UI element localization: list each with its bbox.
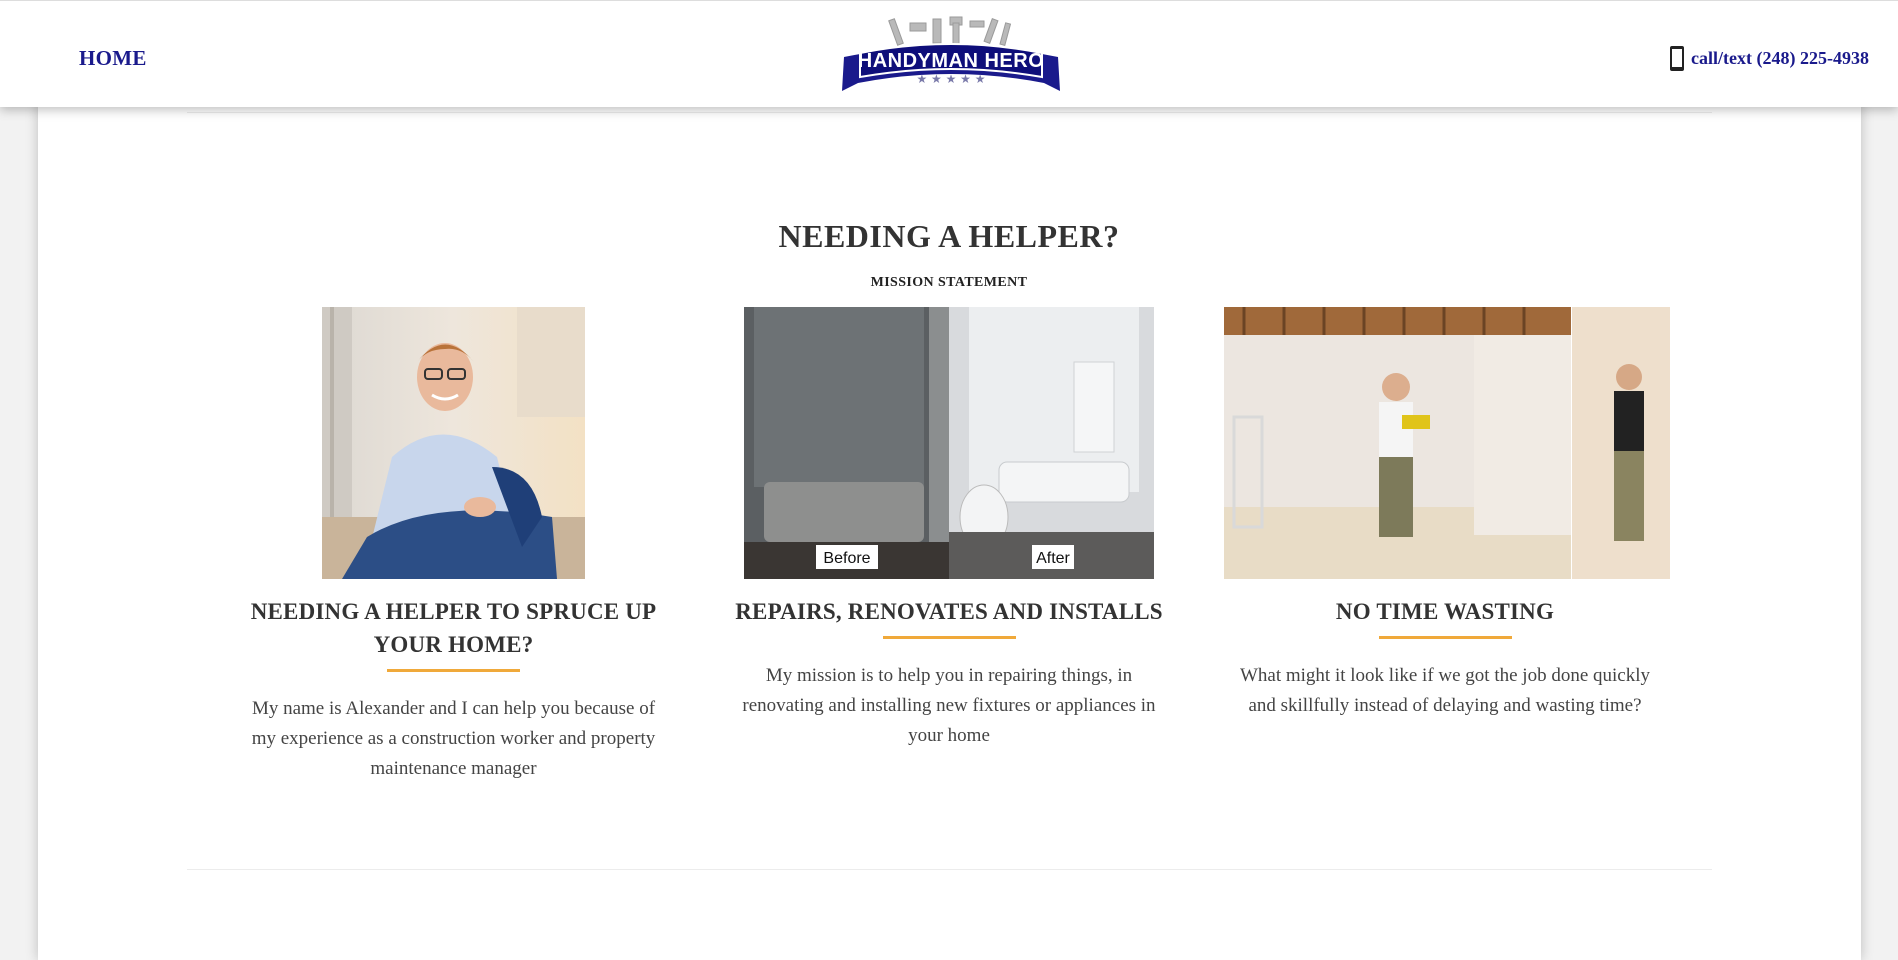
heading-underline: [387, 669, 520, 672]
svg-text:Before: Before: [823, 550, 870, 567]
basement-work-photo: [1224, 307, 1670, 579]
card-no-time-wasting: NO TIME WASTING What might it look like …: [1224, 307, 1670, 721]
card-repairs: Before After REPAIRS, RENOVATES AND INST…: [727, 307, 1171, 751]
section-title: NEEDING A HELPER?: [778, 218, 1120, 254]
phone-icon: [1669, 45, 1685, 72]
divider-top: [187, 112, 1712, 113]
card-heading: NO TIME WASTING: [1335, 599, 1555, 624]
heading-underline: [1378, 636, 1512, 639]
phone-number[interactable]: call/text (248) 225-4938: [1691, 48, 1869, 69]
card-heading: NEEDING A HELPER TO SPRUCE UP YOUR HOME?: [250, 599, 657, 657]
phone-contact[interactable]: call/text (248) 225-4938: [1669, 45, 1869, 72]
card-text: My name is Alexander and I can help you …: [251, 698, 656, 779]
card-text: My mission is to help you in repairing t…: [742, 665, 1156, 746]
handyman-hero-logo[interactable]: HANDYMAN HERO ★ ★ ★ ★ ★: [838, 13, 1064, 95]
before-after-photo: Before After: [744, 307, 1154, 579]
heading-underline: [882, 636, 1016, 639]
site-header: HOME HANDYMAN HERO ★ ★ ★ ★ ★ call/text (…: [0, 0, 1898, 107]
svg-text:HANDYMAN HERO: HANDYMAN HERO: [858, 50, 1045, 72]
divider-bottom: [187, 869, 1712, 870]
nav-home-link[interactable]: HOME: [79, 46, 147, 71]
card-text: What might it look like if we got the jo…: [1239, 665, 1650, 716]
card-helper: NEEDING A HELPER TO SPRUCE UP YOUR HOME?…: [233, 307, 674, 784]
section-subtitle: MISSION STATEMENT: [870, 275, 1028, 290]
portrait-photo: [322, 307, 585, 579]
card-heading: REPAIRS, RENOVATES AND INSTALLS: [735, 599, 1163, 624]
svg-text:★ ★ ★ ★ ★: ★ ★ ★ ★ ★: [916, 72, 985, 86]
svg-text:After: After: [1036, 550, 1070, 567]
